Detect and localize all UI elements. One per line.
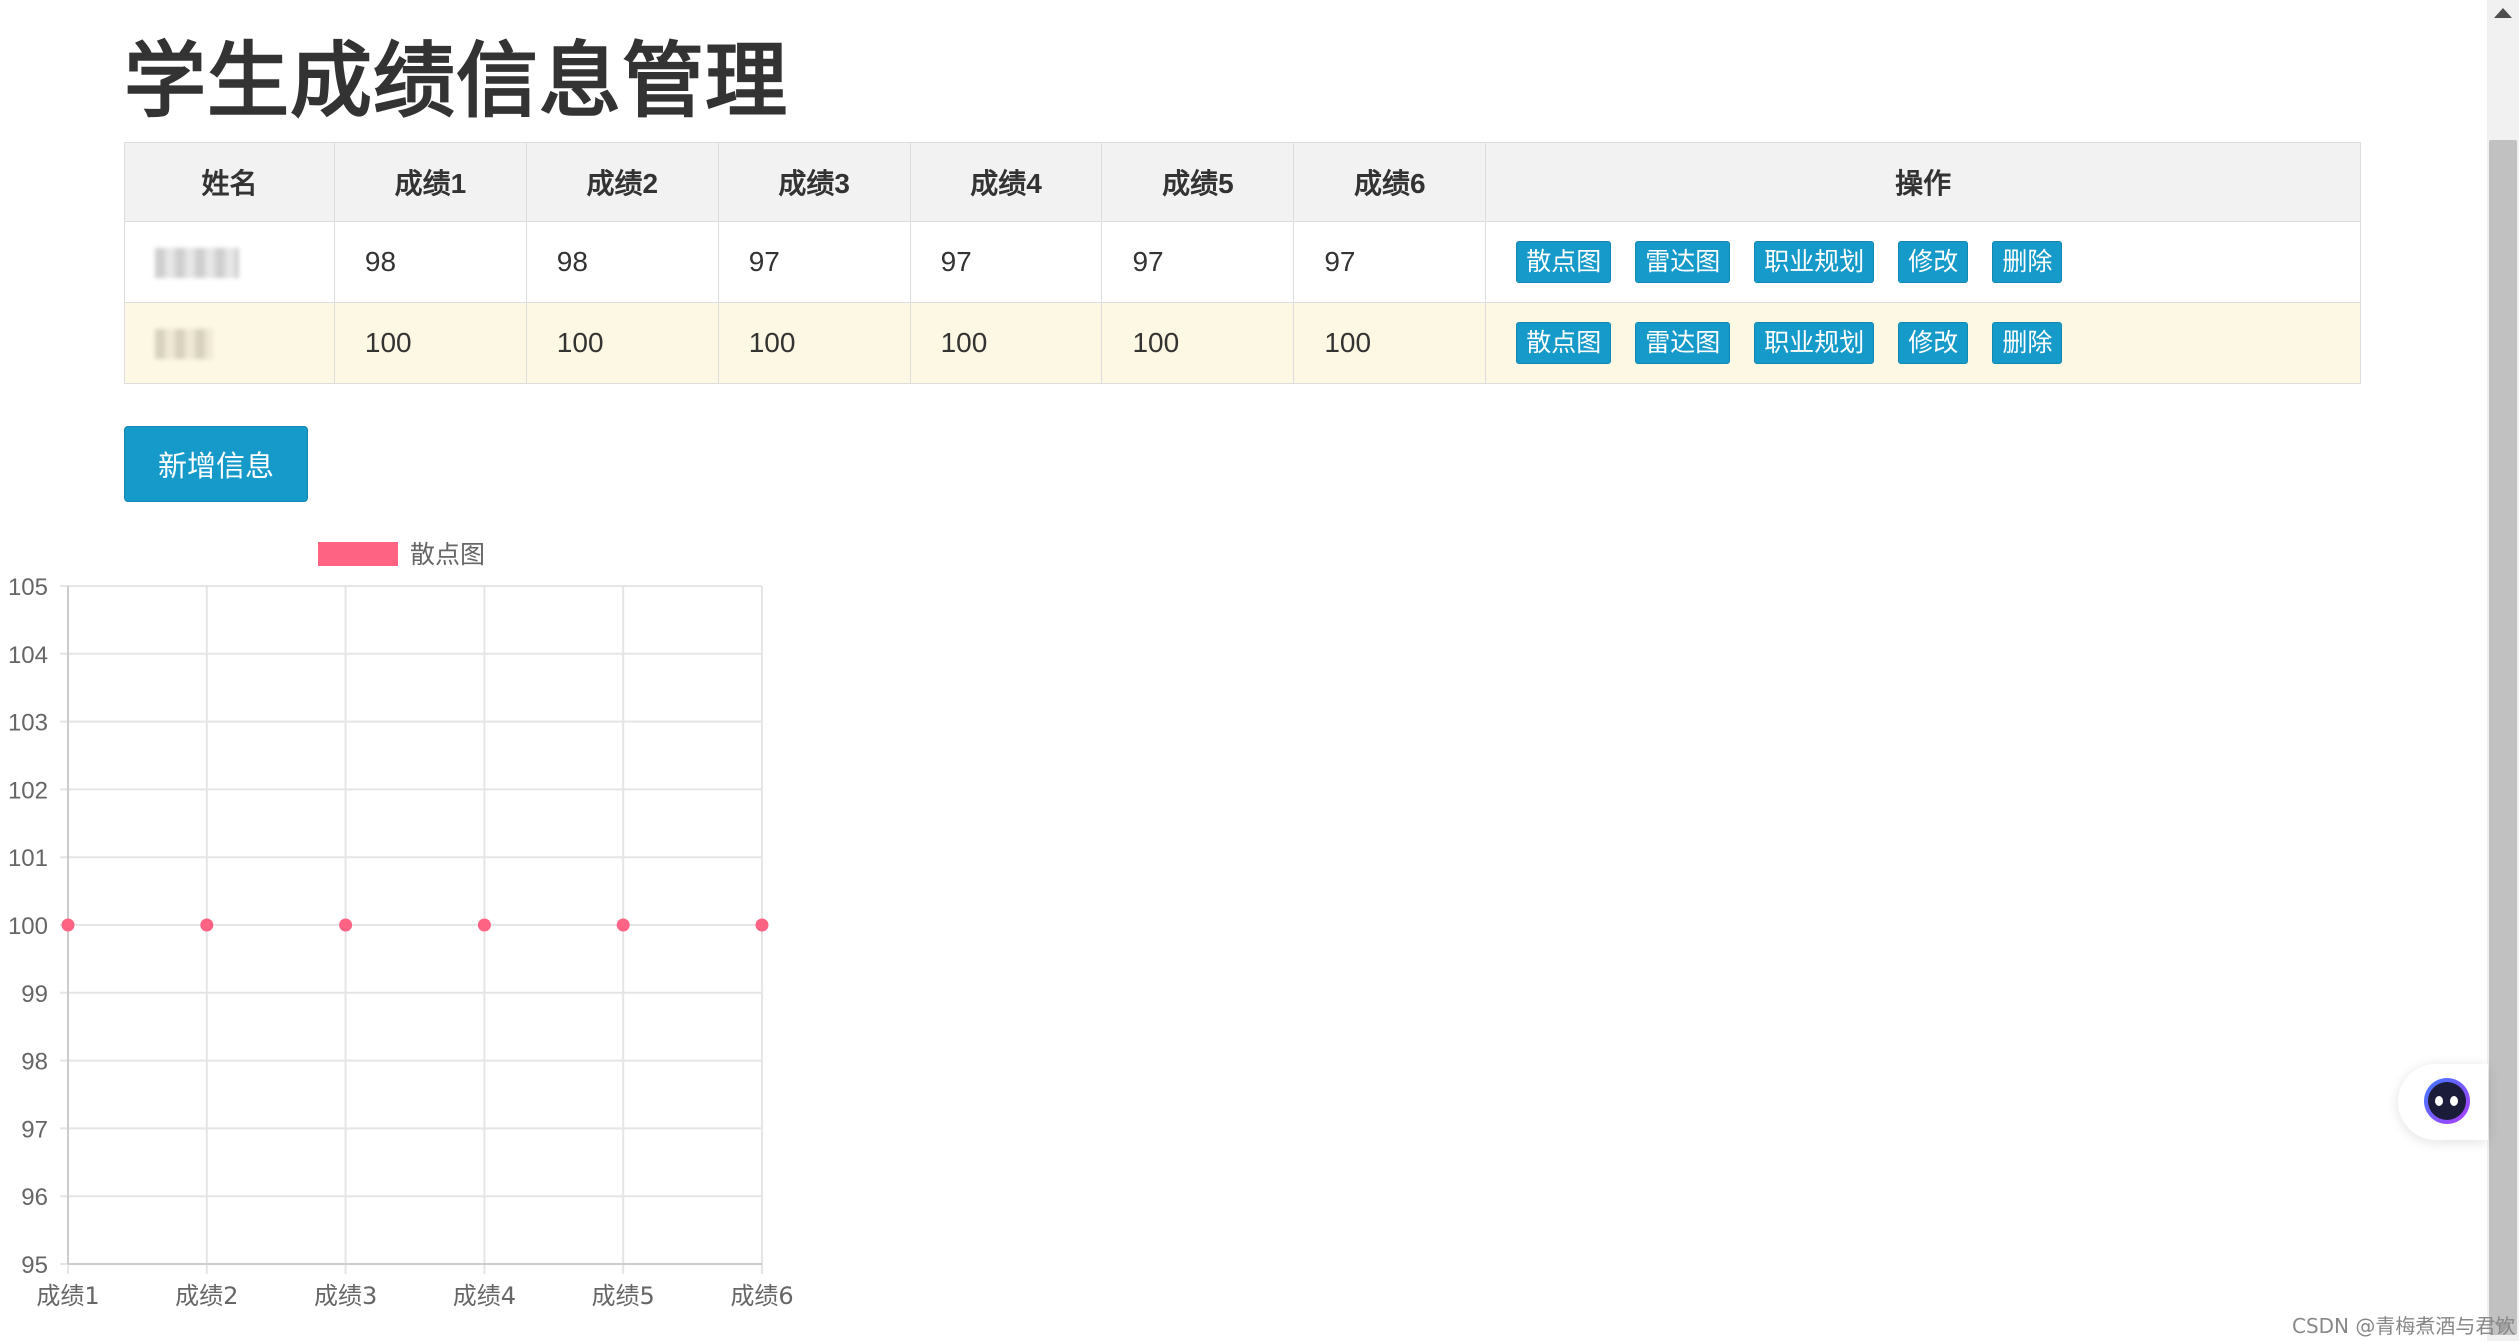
score-cell: 97 [717, 221, 911, 303]
y-tick-label: 102 [8, 777, 48, 804]
x-tick-label: 成绩6 [730, 1282, 793, 1310]
add-info-button[interactable]: 新增信息 [124, 426, 308, 502]
header-score6: 成绩6 [1293, 142, 1487, 222]
edit-button[interactable]: 修改 [1898, 241, 1969, 283]
edit-button[interactable]: 修改 [1898, 322, 1969, 364]
score-cell: 100 [525, 302, 719, 384]
x-tick-label: 成绩5 [592, 1282, 655, 1310]
x-tick-label: 成绩4 [453, 1282, 516, 1310]
blurred-student-name [155, 248, 239, 279]
score-cell: 97 [1101, 221, 1295, 303]
scatter-point [616, 918, 630, 932]
scrollbar-thumb[interactable] [2489, 140, 2517, 1335]
scatter-chart: 95 96 97 98 99 100 101 102 103 104 105 成绩1 成绩2 成绩3 成绩4… [8, 540, 794, 1310]
score-cell: 100 [1101, 302, 1295, 384]
assistant-robot-icon [2424, 1078, 2470, 1124]
scatter-point [200, 918, 214, 932]
legend-label: 散点图 [410, 540, 485, 569]
actions-cell: 散点图 雷达图 职业规划 修改 删除 [1485, 302, 2361, 384]
y-tick-label: 105 [8, 574, 48, 601]
score-cell: 97 [1293, 221, 1487, 303]
score-cell: 98 [333, 221, 527, 303]
header-name: 姓名 [124, 142, 335, 222]
x-tick-label: 成绩1 [36, 1282, 99, 1310]
y-tick-label: 98 [21, 1049, 48, 1076]
scatter-point [61, 918, 75, 932]
career-plan-button[interactable]: 职业规划 [1754, 241, 1875, 283]
scatter-chart-button[interactable]: 散点图 [1516, 322, 1612, 364]
y-tick-label: 99 [21, 981, 48, 1008]
scatter-point [339, 918, 353, 932]
table-header-row: 姓名 成绩1 成绩2 成绩3 成绩4 成绩5 成绩6 操作 [124, 142, 2361, 222]
x-tick-label: 成绩2 [175, 1282, 238, 1310]
grades-table: 姓名 成绩1 成绩2 成绩3 成绩4 成绩5 成绩6 操作 98 98 97 9… [124, 142, 2361, 384]
actions-cell: 散点图 雷达图 职业规划 修改 删除 [1485, 221, 2361, 303]
legend-swatch [318, 542, 398, 566]
table-row: 100 100 100 100 100 100 散点图 雷达图 职业规划 修改 删除 [124, 302, 2361, 384]
career-plan-button[interactable]: 职业规划 [1754, 322, 1875, 364]
y-tick-label: 95 [21, 1252, 48, 1279]
header-score1: 成绩1 [333, 142, 527, 222]
assistant-widget[interactable] [2398, 1064, 2488, 1140]
header-score3: 成绩3 [717, 142, 911, 222]
scatter-chart-button[interactable]: 散点图 [1516, 241, 1612, 283]
header-score2: 成绩2 [525, 142, 719, 222]
y-tick-label: 96 [21, 1184, 48, 1211]
y-tick-label: 104 [8, 642, 48, 669]
x-tick-label: 成绩3 [314, 1282, 377, 1310]
y-tick-label: 100 [8, 913, 48, 940]
score-cell: 100 [333, 302, 527, 384]
student-name-cell [124, 302, 335, 384]
scrollbar[interactable] [2487, 0, 2519, 1341]
radar-chart-button[interactable]: 雷达图 [1635, 241, 1731, 283]
header-score4: 成绩4 [909, 142, 1103, 222]
blurred-student-name [155, 329, 213, 360]
score-cell: 100 [717, 302, 911, 384]
y-tick-label: 103 [8, 710, 48, 737]
student-name-cell [124, 221, 335, 303]
scroll-up-arrow-icon[interactable] [2494, 8, 2512, 18]
table-row: 98 98 97 97 97 97 散点图 雷达图 职业规划 修改 删除 [124, 221, 2361, 303]
header-score5: 成绩5 [1101, 142, 1295, 222]
delete-button[interactable]: 删除 [1992, 322, 2063, 364]
y-tick-label: 97 [21, 1116, 48, 1143]
y-tick-label: 101 [8, 845, 48, 872]
score-cell: 100 [1293, 302, 1487, 384]
scatter-point [477, 918, 491, 932]
score-cell: 97 [909, 221, 1103, 303]
page-title: 学生成绩信息管理 [124, 34, 789, 129]
header-actions: 操作 [1485, 142, 2361, 222]
radar-chart-button[interactable]: 雷达图 [1635, 322, 1731, 364]
score-cell: 98 [525, 221, 719, 303]
watermark: CSDN @青梅煮酒与君饮 [2292, 1314, 2516, 1338]
scatter-point [755, 918, 769, 932]
delete-button[interactable]: 删除 [1992, 241, 2063, 283]
score-cell: 100 [909, 302, 1103, 384]
